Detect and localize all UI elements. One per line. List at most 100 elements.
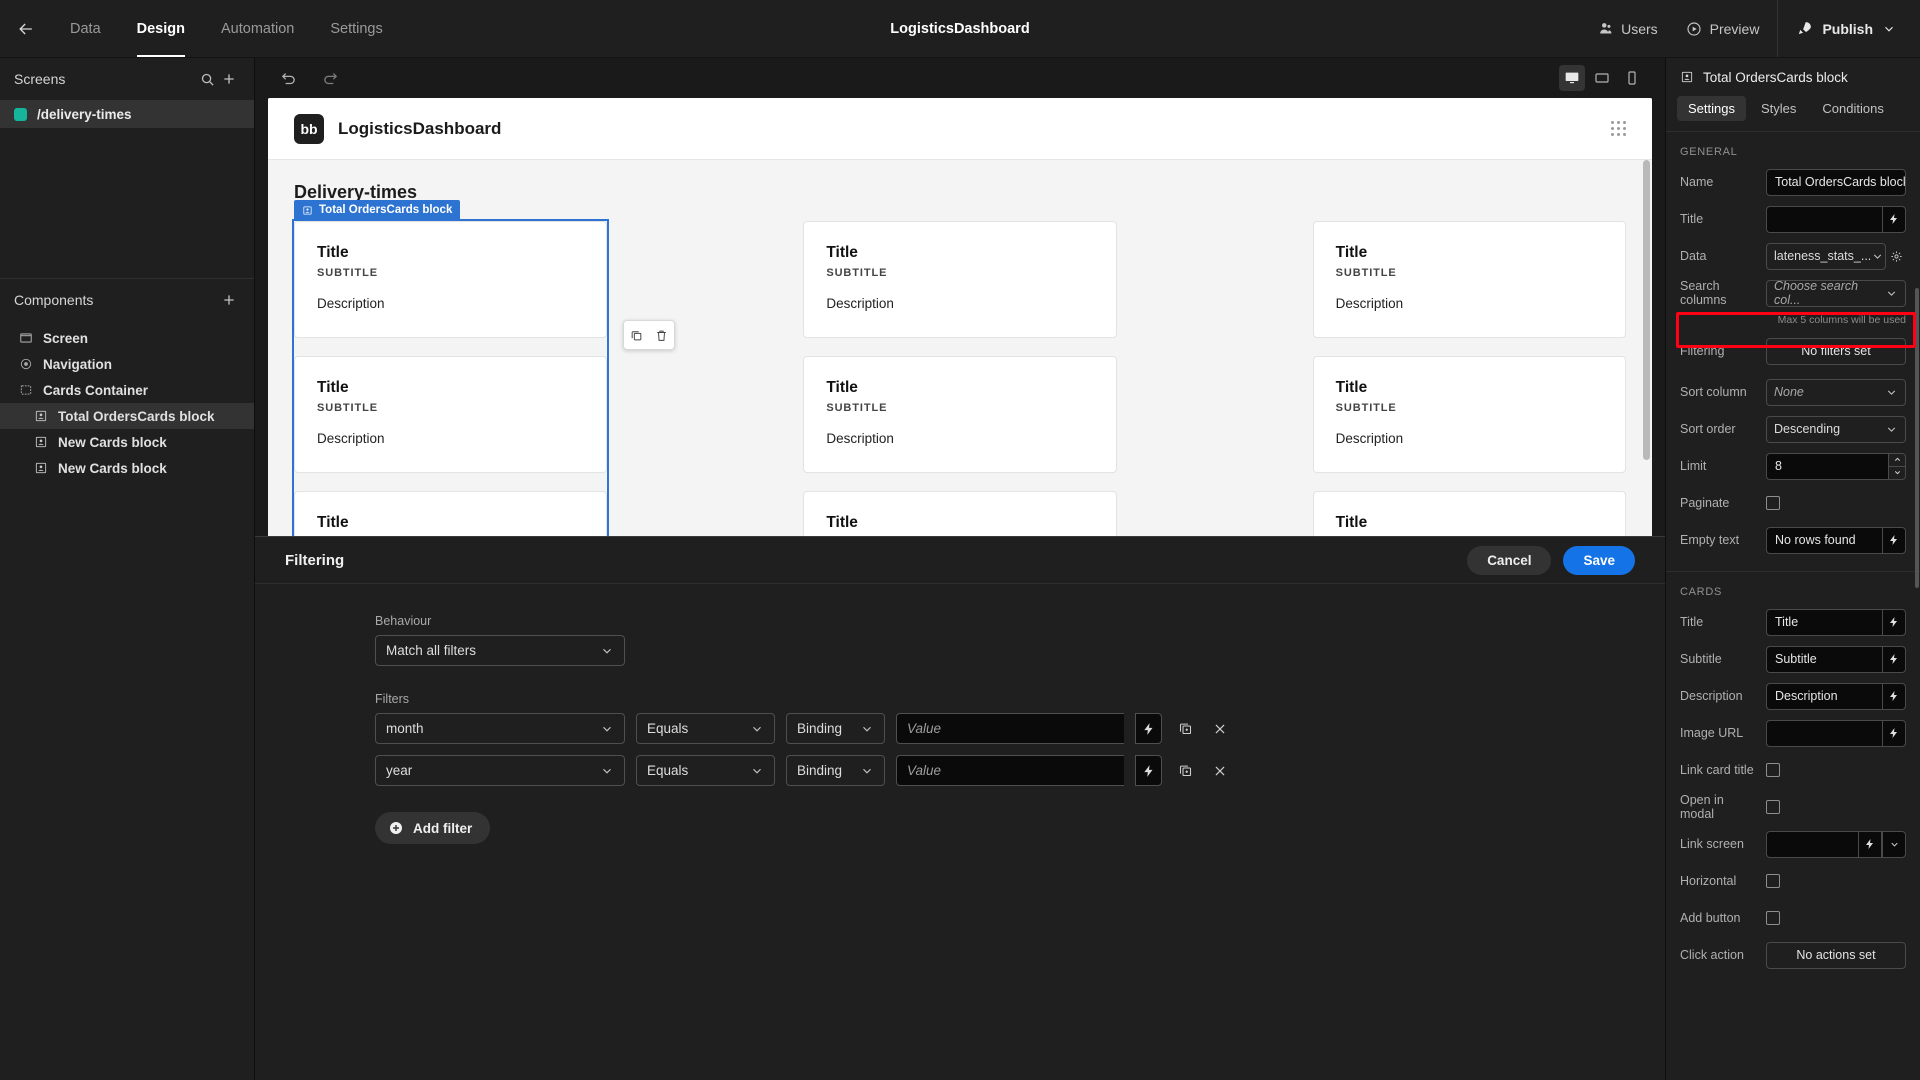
behaviour-select[interactable]: Match all filters	[375, 635, 625, 666]
search-icon[interactable]	[196, 68, 218, 90]
chevron-down-icon	[1871, 250, 1884, 263]
prop-empty-text-label: Empty text	[1680, 533, 1740, 547]
gear-icon[interactable]	[1886, 250, 1906, 263]
binding-bolt-icon[interactable]	[1882, 682, 1906, 710]
binding-bolt-icon[interactable]	[1882, 205, 1906, 233]
filter-type-select[interactable]: Binding	[786, 713, 885, 744]
search-columns-select[interactable]: Choose search col...	[1766, 279, 1906, 307]
delete-icon[interactable]	[649, 321, 674, 349]
duplicate-filter-icon[interactable]	[1173, 763, 1197, 778]
card-subtitle: SUBTITLE	[317, 402, 378, 414]
filter-operator-select[interactable]: Equals	[636, 713, 775, 744]
horizontal-checkbox[interactable]	[1766, 874, 1780, 888]
prop-click-action: Click action No actions set	[1680, 939, 1906, 971]
filtering-button[interactable]: No filters set	[1766, 337, 1906, 365]
title-input[interactable]	[1766, 205, 1882, 233]
card-item[interactable]: Title SUBTITLE Description	[1312, 221, 1626, 338]
data-select[interactable]: lateness_stats_...	[1766, 242, 1886, 270]
link-card-title-checkbox[interactable]	[1766, 763, 1780, 777]
component-item-navigation[interactable]: Navigation	[0, 351, 254, 377]
binding-bolt-icon[interactable]	[1882, 526, 1906, 554]
component-item-cards-container[interactable]: Cards Container	[0, 377, 254, 403]
click-action-button[interactable]: No actions set	[1766, 941, 1906, 969]
canvas-scrollbar[interactable]	[1643, 160, 1650, 460]
card-item[interactable]: Title SUBTITLE Description	[294, 356, 608, 473]
card-description-input[interactable]: Description	[1766, 682, 1882, 710]
filter-column-select[interactable]: month	[375, 713, 625, 744]
card-item[interactable]: Title SUBTITLE Description	[1312, 356, 1626, 473]
stepper-down-icon[interactable]	[1888, 466, 1906, 480]
open-in-modal-checkbox[interactable]	[1766, 800, 1780, 814]
tab-settings-panel[interactable]: Settings	[1677, 96, 1746, 121]
desktop-icon[interactable]	[1559, 65, 1585, 91]
tab-design[interactable]: Design	[119, 0, 203, 57]
filter-value-input[interactable]: Value	[896, 755, 1124, 786]
card-title-input[interactable]: Title	[1766, 608, 1882, 636]
filter-row: month Equals Binding Value	[375, 713, 1665, 744]
save-button[interactable]: Save	[1563, 545, 1635, 575]
empty-text-input[interactable]: No rows found	[1766, 526, 1882, 554]
sort-column-select[interactable]: None	[1766, 378, 1906, 406]
component-item-total-orders-cards-block[interactable]: Total OrdersCards block	[0, 403, 254, 429]
duplicate-filter-icon[interactable]	[1173, 721, 1197, 736]
prop-limit: Limit 8	[1680, 450, 1906, 482]
limit-input[interactable]: 8	[1766, 452, 1888, 480]
cancel-button[interactable]: Cancel	[1467, 545, 1552, 575]
add-screen-icon[interactable]	[218, 68, 240, 90]
add-filter-button[interactable]: Add filter	[375, 812, 491, 844]
tab-automation[interactable]: Automation	[203, 0, 312, 57]
card-subtitle-input[interactable]: Subtitle	[1766, 645, 1882, 673]
remove-filter-icon[interactable]	[1208, 764, 1232, 778]
name-input[interactable]: Total OrdersCards block	[1766, 168, 1906, 196]
component-item-new-cards-block-2[interactable]: New Cards block	[0, 455, 254, 481]
prop-title: Title	[1680, 203, 1906, 235]
link-screen-input[interactable]	[1766, 830, 1858, 858]
remove-filter-icon[interactable]	[1208, 722, 1232, 736]
drawer-header: Filtering Cancel Save	[255, 537, 1665, 584]
tab-styles-panel[interactable]: Styles	[1750, 96, 1807, 121]
binding-bolt-icon[interactable]	[1135, 755, 1162, 786]
binding-bolt-icon[interactable]	[1858, 830, 1882, 858]
quantity-stepper[interactable]	[1888, 452, 1906, 480]
tablet-icon[interactable]	[1589, 65, 1615, 91]
binding-bolt-icon[interactable]	[1882, 608, 1906, 636]
filter-operator-select[interactable]: Equals	[636, 755, 775, 786]
publish-button[interactable]: Publish	[1782, 20, 1906, 37]
binding-bolt-icon[interactable]	[1882, 645, 1906, 673]
binding-bolt-icon[interactable]	[1882, 719, 1906, 747]
tab-data[interactable]: Data	[52, 0, 119, 57]
add-component-icon[interactable]	[218, 289, 240, 311]
mobile-icon[interactable]	[1619, 65, 1645, 91]
main-nav-tabs: Data Design Automation Settings	[52, 0, 401, 57]
undo-icon[interactable]	[275, 65, 301, 91]
chevron-down-icon[interactable]	[1882, 830, 1906, 858]
right-panel-scrollbar[interactable]	[1915, 288, 1919, 588]
users-button[interactable]: Users	[1584, 0, 1672, 57]
sort-order-select[interactable]: Descending	[1766, 415, 1906, 443]
tab-conditions-panel[interactable]: Conditions	[1811, 96, 1894, 121]
back-button[interactable]	[0, 19, 52, 39]
duplicate-icon[interactable]	[624, 321, 649, 349]
component-item-new-cards-block-1[interactable]: New Cards block	[0, 429, 254, 455]
paginate-checkbox[interactable]	[1766, 496, 1780, 510]
component-item-screen[interactable]: Screen	[0, 325, 254, 351]
image-url-input[interactable]	[1766, 719, 1882, 747]
tab-settings[interactable]: Settings	[312, 0, 400, 57]
right-panel-title: Total OrdersCards block	[1703, 69, 1848, 85]
publish-label: Publish	[1822, 20, 1873, 37]
preview-button[interactable]: Preview	[1672, 0, 1774, 57]
filter-type-select[interactable]: Binding	[786, 755, 885, 786]
redo-icon[interactable]	[317, 65, 343, 91]
binding-bolt-icon[interactable]	[1135, 713, 1162, 744]
right-panel: Total OrdersCards block Settings Styles …	[1665, 58, 1920, 1080]
add-button-checkbox[interactable]	[1766, 911, 1780, 925]
card-item[interactable]: Title SUBTITLE Description	[803, 221, 1117, 338]
grid-menu-icon[interactable]	[1611, 121, 1626, 136]
sidebar-item-delivery-times[interactable]: /delivery-times	[0, 100, 254, 128]
prop-image-url-label: Image URL	[1680, 726, 1744, 740]
filter-value-input[interactable]: Value	[896, 713, 1124, 744]
stepper-up-icon[interactable]	[1888, 452, 1906, 466]
card-item[interactable]: Title SUBTITLE Description	[294, 221, 608, 338]
filter-column-select[interactable]: year	[375, 755, 625, 786]
card-item[interactable]: Title SUBTITLE Description	[803, 356, 1117, 473]
